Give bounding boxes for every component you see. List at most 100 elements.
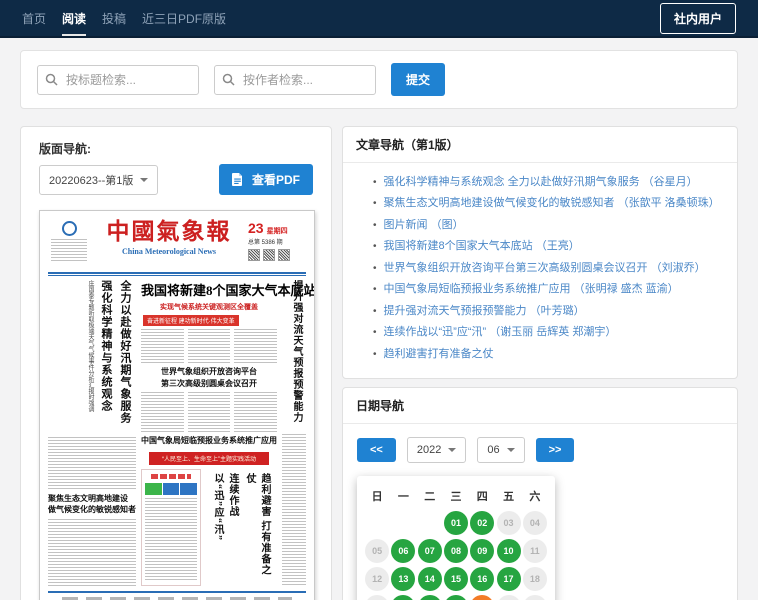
nav-item-home[interactable]: 首页 xyxy=(22,0,46,36)
newspaper-thumbnail[interactable]: 中國氣象報 China Meteorological News 23 星期四 总… xyxy=(39,210,315,600)
vertical-kicker: 庄国泰专题听取极端天气气候事件分析汇报时强调 xyxy=(86,280,95,432)
mid-headline-2: 中国气象局短临预报业务系统推广应用 xyxy=(141,435,277,447)
calendar-day: 04 xyxy=(523,511,547,535)
calendar-day: 25 xyxy=(523,595,547,600)
weekday-label: 三 xyxy=(443,488,469,504)
article-list-item: 聚焦生态文明高地建设做气候变化的敏锐感知者 （张歆平 洛桑顿珠） xyxy=(373,193,723,214)
newspaper-main-column: 我国将新建8个国家大气本底站 实现气候系统关键观测区全覆盖 奋进新征程 建功新时… xyxy=(141,280,277,586)
content: 提交 版面导航: 20220623--第1版 查看PDF xyxy=(0,38,758,600)
calendar-day[interactable]: 20 xyxy=(391,595,415,600)
calendar-day[interactable]: 07 xyxy=(418,539,442,563)
article-list-item: 图片新闻 （图） xyxy=(373,215,723,236)
author-search-group xyxy=(214,65,376,95)
author-search-input[interactable] xyxy=(214,65,376,95)
vertical-headline: 全力以赴做好汛期气象服务 xyxy=(117,280,133,432)
qr-code-icon xyxy=(248,249,260,261)
month-select-value: 06 xyxy=(487,444,499,456)
calendar-day[interactable]: 21 xyxy=(418,595,442,600)
chevron-down-icon xyxy=(448,448,456,452)
nav-item-read[interactable]: 阅读 xyxy=(62,0,86,36)
calendar-day: 11 xyxy=(523,539,547,563)
article-link[interactable]: 中国气象局短临预报业务系统推广应用 （张明禄 盛杰 蓝渝） xyxy=(384,283,679,295)
calendar-day: 05 xyxy=(365,539,389,563)
calendar-day[interactable]: 06 xyxy=(391,539,415,563)
calendar-day[interactable]: 09 xyxy=(470,539,494,563)
month-select[interactable]: 06 xyxy=(477,437,524,463)
article-nav-title: 文章导航（第1版） xyxy=(343,127,737,163)
internal-user-button[interactable]: 社内用户 xyxy=(660,3,736,34)
calendar-day[interactable]: 17 xyxy=(497,567,521,591)
weekday-label: 六 xyxy=(522,488,548,504)
article-link[interactable]: 图片新闻 （图） xyxy=(384,219,464,231)
qr-codes xyxy=(248,249,306,261)
issue-select[interactable]: 20220623--第1版 xyxy=(39,165,158,195)
text-columns xyxy=(141,392,277,432)
qr-code-icon xyxy=(263,249,275,261)
qr-code-icon xyxy=(278,249,290,261)
article-list-item: 世界气象组织开放咨询平台第三次高级别圆桌会议召开 （刘淑乔） xyxy=(373,258,723,279)
calendar-day[interactable]: 02 xyxy=(470,511,494,535)
chevron-down-icon xyxy=(507,448,515,452)
vertical-headline: 强化科学精神与系统观念 xyxy=(98,280,114,432)
calendar-day[interactable]: 14 xyxy=(418,567,442,591)
masthead-title-wrap: 中國氣象報 China Meteorological News xyxy=(94,218,244,270)
main-headline: 我国将新建8个国家大气本底站 xyxy=(141,280,277,299)
main-subheadline: 实现气候系统关键观测区全覆盖 xyxy=(141,302,277,312)
nav-item-submit[interactable]: 投稿 xyxy=(102,0,126,36)
layout-nav-controls: 20220623--第1版 查看PDF xyxy=(39,164,313,195)
calendar-day[interactable]: 01 xyxy=(444,511,468,535)
table-title-line xyxy=(151,474,191,479)
submit-button[interactable]: 提交 xyxy=(391,63,445,96)
calendar-day: 19 xyxy=(365,595,389,600)
prev-month-button[interactable]: << xyxy=(357,438,396,462)
article-list-item: 趋利避害打有准备之仗 xyxy=(373,344,723,365)
newspaper-bottom-row: 趋利避害 打有准备之仗 连续作战 以“迅”应“汛” xyxy=(141,469,277,586)
calendar-day[interactable]: 10 xyxy=(497,539,521,563)
view-pdf-button[interactable]: 查看PDF xyxy=(219,164,313,195)
table-rows xyxy=(145,498,197,582)
year-select[interactable]: 2022 xyxy=(407,437,466,463)
search-panel: 提交 xyxy=(20,50,738,109)
date-controls: << 2022 06 >> xyxy=(343,424,737,463)
theme-badge: 奋进新征程 建功新时代·伟大变革 xyxy=(143,315,239,326)
chevron-down-icon xyxy=(140,178,148,182)
calendar-day[interactable]: 08 xyxy=(444,539,468,563)
masthead-info-lines xyxy=(51,239,87,263)
nav-item-pdf-3days[interactable]: 近三日PDF原版 xyxy=(142,0,226,36)
vertical-headline: 趋利避害 打有准备之仗 xyxy=(242,473,272,586)
article-link[interactable]: 聚焦生态文明高地建设做气候变化的敏锐感知者 （张歆平 洛桑顿珠） xyxy=(384,197,720,209)
next-month-button[interactable]: >> xyxy=(536,438,575,462)
text-filler xyxy=(48,437,136,489)
calendar-day[interactable]: 22 xyxy=(444,595,468,600)
article-link[interactable]: 提升强对流天气预报预警能力 （叶芳璐） xyxy=(384,305,585,317)
article-list-item: 强化科学精神与系统观念 全力以赴做好汛期气象服务 （谷星月） xyxy=(373,172,723,193)
article-list: 强化科学精神与系统观念 全力以赴做好汛期气象服务 （谷星月） 聚焦生态文明高地建设… xyxy=(343,172,737,365)
calendar-day[interactable]: 23 xyxy=(470,595,494,600)
vertical-headlines-bottom: 趋利避害 打有准备之仗 连续作战 以“迅”应“汛” xyxy=(208,469,274,586)
calendar-day[interactable]: 16 xyxy=(470,567,494,591)
red-banner: “人民至上、生命至上”主题实践活动 xyxy=(149,452,269,465)
date-nav-panel: 日期导航 << 2022 06 >> xyxy=(342,387,738,600)
article-link[interactable]: 我国将新建8个国家大气本底站 （王亮） xyxy=(384,240,580,252)
text-filler xyxy=(48,519,136,586)
calendar-day[interactable]: 13 xyxy=(391,567,415,591)
issue-select-value: 20220623--第1版 xyxy=(49,172,133,188)
article-link[interactable]: 趋利避害打有准备之仗 xyxy=(384,348,494,360)
pdf-file-icon xyxy=(232,173,243,186)
text-columns xyxy=(141,329,277,363)
calendar-days: 0102030405060708091011121314151617181920… xyxy=(364,511,548,600)
title-search-input[interactable] xyxy=(37,65,199,95)
newspaper-title: 中國氣象報 xyxy=(94,219,244,245)
page: 首页 阅读 投稿 近三日PDF原版 社内用户 提交 版面导航: xyxy=(0,0,758,600)
article-link[interactable]: 世界气象组织开放咨询平台第三次高级别圆桌会议召开 （刘淑乔） xyxy=(384,262,706,274)
title-search-group xyxy=(37,65,199,95)
calendar-day[interactable]: 15 xyxy=(444,567,468,591)
article-link[interactable]: 强化科学精神与系统观念 全力以赴做好汛期气象服务 （谷星月） xyxy=(384,176,698,188)
article-list-item: 我国将新建8个国家大气本底站 （王亮） xyxy=(373,236,723,257)
article-link[interactable]: 连续作战以“迅”应“汛” （谢玉丽 岳辉英 郑潮宇） xyxy=(384,326,617,338)
cma-logo-icon xyxy=(62,221,77,236)
newspaper-right-column: 提升强对流天气预报预警能力 xyxy=(282,280,306,586)
newspaper-body: 全力以赴做好汛期气象服务 强化科学精神与系统观念 庄国泰专题听取极端天气气候事件… xyxy=(48,280,306,586)
main-row: 版面导航: 20220623--第1版 查看PDF xyxy=(20,126,738,600)
cma-logo xyxy=(48,218,90,270)
